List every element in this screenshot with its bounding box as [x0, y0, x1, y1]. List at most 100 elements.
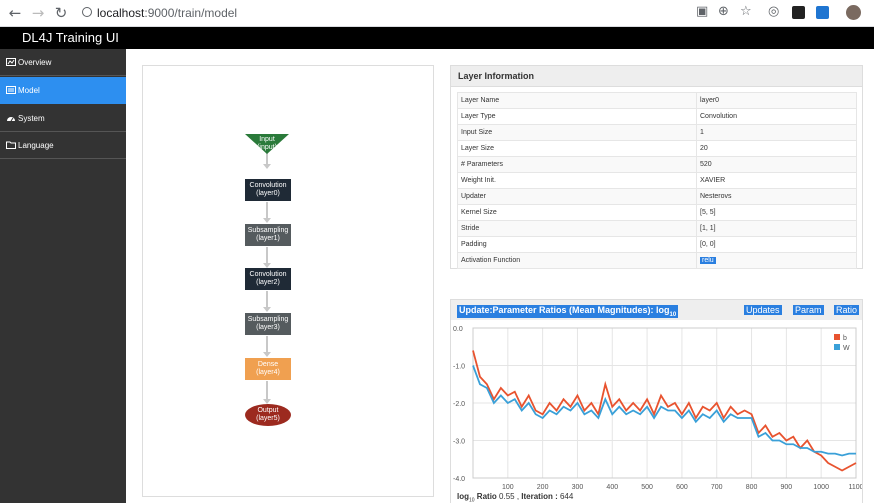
- node-sub: (layer5): [256, 415, 280, 422]
- info-row: Updater Nesterovs: [457, 188, 857, 205]
- extension-dark-icon[interactable]: [792, 6, 805, 19]
- star-icon[interactable]: ☆: [740, 4, 752, 19]
- footer-ratio-value: 0.55: [499, 492, 515, 501]
- info-row: Input Size 1: [457, 124, 857, 141]
- node-sub: (layer1): [256, 235, 280, 242]
- url-path: :9000/train/model: [144, 6, 238, 20]
- graph-node-layer1[interactable]: Subsampling (layer1): [245, 224, 291, 246]
- x-tick-label: 1100: [848, 484, 862, 491]
- info-key: Activation Function: [457, 252, 697, 269]
- x-tick-label: 700: [711, 484, 723, 491]
- info-key: Stride: [457, 220, 697, 237]
- info-key: # Parameters: [457, 156, 697, 173]
- app-header: DL4J Training UI: [0, 27, 874, 49]
- node-name: Subsampling: [247, 316, 289, 323]
- graph-arrow: [263, 307, 271, 312]
- x-tick-label: 800: [746, 484, 758, 491]
- reload-icon[interactable]: ↻: [52, 4, 70, 22]
- graph-node-layer3[interactable]: Subsampling (layer3): [245, 313, 291, 335]
- avatar[interactable]: [846, 5, 861, 20]
- info-value: 20: [696, 140, 857, 157]
- zoom-icon[interactable]: ⊕: [718, 4, 729, 19]
- x-tick-label: 1000: [813, 484, 829, 491]
- tab-updates[interactable]: Updates: [744, 305, 782, 315]
- node-sub: (layer0): [256, 190, 280, 197]
- layer-info-title: Layer Information: [451, 66, 862, 87]
- node-name: Convolution: [249, 271, 287, 278]
- sidebar-item-language[interactable]: Language: [0, 132, 126, 159]
- y-tick-label: -2.0: [453, 401, 465, 408]
- legend-label: b: [843, 335, 847, 342]
- graph-node-layer0[interactable]: Convolution (layer0): [245, 179, 291, 201]
- footer-iteration-label: Iteration :: [521, 492, 558, 501]
- info-row: Kernel Size [5, 5]: [457, 204, 857, 221]
- node-name: Output: [257, 407, 279, 414]
- legend-swatch: [834, 344, 840, 350]
- node-sub: (layer2): [256, 279, 280, 286]
- sidebar-item-label: Model: [18, 86, 40, 95]
- gauge-icon: [7, 117, 15, 122]
- sidebar-item-overview[interactable]: Overview: [0, 49, 126, 76]
- info-value-highlight: relu: [700, 257, 716, 264]
- info-key: Padding: [457, 236, 697, 253]
- node-name: Convolution: [249, 182, 287, 189]
- chart-header: Update:Parameter Ratios (Mean Magnitudes…: [451, 300, 862, 320]
- y-tick-label: -1.0: [453, 364, 465, 371]
- sidebar-item-model[interactable]: Model: [0, 77, 126, 104]
- address-bar[interactable]: localhost:9000/train/model: [97, 6, 237, 20]
- info-row: Stride [1, 1]: [457, 220, 857, 237]
- graph-edge: [266, 202, 268, 218]
- node-sub: (layer3): [256, 324, 280, 331]
- info-row: Layer Type Convolution: [457, 108, 857, 125]
- chart-title-sub: 10: [669, 311, 677, 318]
- x-tick-label: 200: [537, 484, 549, 491]
- graph-node-layer5[interactable]: Output (layer5): [245, 404, 291, 426]
- y-tick-label: -3.0: [453, 439, 465, 446]
- graph-edge: [266, 247, 268, 263]
- graph-edge: [266, 381, 268, 399]
- extension-icon[interactable]: ◎: [768, 4, 779, 19]
- tab-ratio[interactable]: Ratio: [834, 305, 860, 315]
- tab-param[interactable]: Param: [793, 305, 824, 315]
- chart-title: Update:Parameter Ratios (Mean Magnitudes…: [457, 305, 679, 318]
- url-host: localhost: [97, 6, 145, 20]
- legend-label: W: [843, 345, 850, 352]
- graph-node-layer2[interactable]: Convolution (layer2): [245, 268, 291, 290]
- forward-icon[interactable]: →: [29, 4, 47, 22]
- ratio-chart[interactable]: 0.0 -1.0 -2.0 -3.0 -4.0 100 200 300 400 500 600 700…: [451, 320, 862, 495]
- layer-info-panel: Layer Information Layer Name layer0 Layer …: [450, 65, 863, 269]
- node-sub: (layer4): [256, 369, 280, 376]
- graph-node-layer4[interactable]: Dense (layer4): [245, 358, 291, 380]
- footer-log-label: log: [457, 492, 469, 501]
- info-icon[interactable]: [82, 7, 92, 17]
- node-sub: (input): [257, 144, 277, 151]
- sidebar-item-label: System: [18, 114, 45, 123]
- graph-arrow: [263, 352, 271, 357]
- graph-arrow: [263, 164, 271, 169]
- node-name: Input: [259, 136, 275, 143]
- graph-arrow: [263, 218, 271, 223]
- layer-info-table: Layer Name layer0 Layer Type Convolution Inp…: [457, 92, 857, 269]
- node-name: Dense: [257, 361, 279, 368]
- back-icon[interactable]: ←: [6, 4, 24, 22]
- x-tick-label: 900: [781, 484, 793, 491]
- translate-icon[interactable]: ▣: [696, 4, 708, 19]
- info-key: Kernel Size: [457, 204, 697, 221]
- legend-swatch: [834, 334, 840, 340]
- sidebar-item-label: Language: [18, 141, 54, 150]
- y-tick-label: -4.0: [453, 476, 465, 483]
- info-key: Layer Type: [457, 108, 697, 125]
- extension-blue-icon[interactable]: [816, 6, 829, 19]
- info-row: # Parameters 520: [457, 156, 857, 173]
- info-value: [5, 5]: [696, 204, 857, 221]
- x-tick-label: 300: [572, 484, 584, 491]
- x-tick-label: 400: [606, 484, 618, 491]
- info-value: Nesterovs: [696, 188, 857, 205]
- info-value: 520: [696, 156, 857, 173]
- footer-ratio-label: Ratio: [476, 492, 497, 501]
- graph-edge: [266, 336, 268, 352]
- sidebar-item-system[interactable]: System: [0, 105, 126, 132]
- graph-node-input[interactable]: Input (input): [245, 134, 289, 154]
- info-key: Layer Name: [457, 92, 697, 109]
- x-tick-label: 100: [502, 484, 514, 491]
